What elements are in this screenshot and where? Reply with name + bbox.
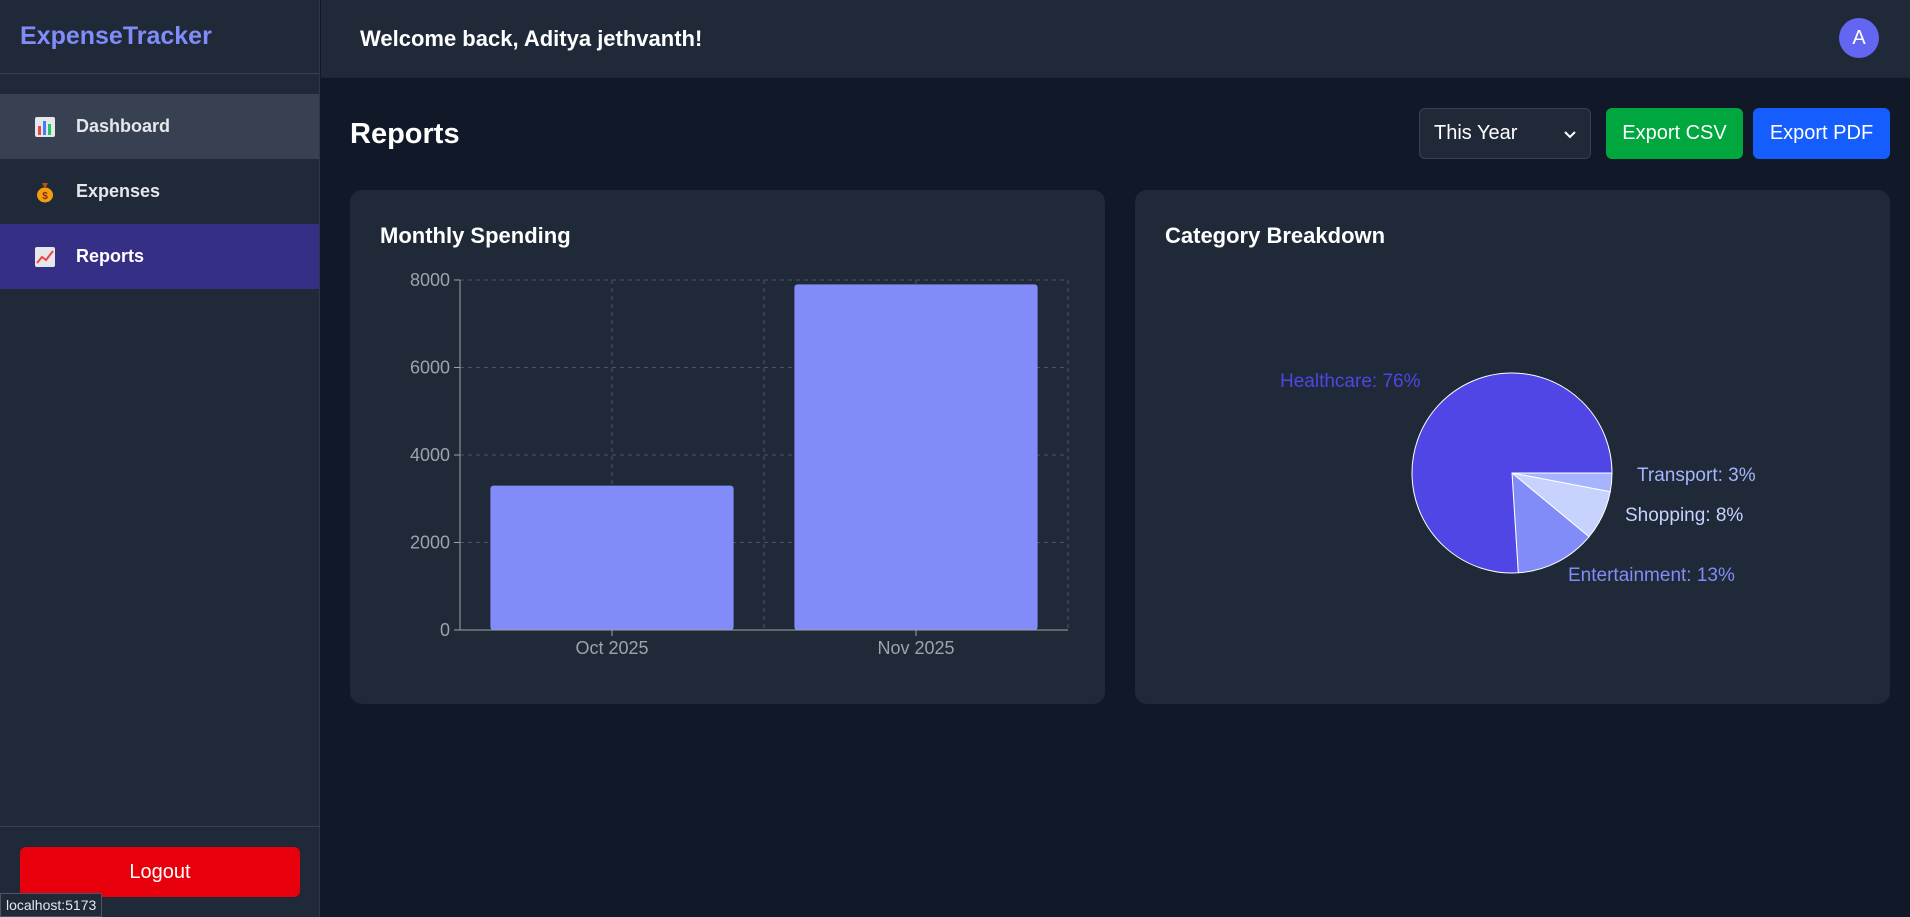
y-tick-label: 6000 — [410, 358, 450, 378]
avatar[interactable]: A — [1839, 18, 1879, 58]
svg-text:$: $ — [42, 191, 48, 202]
sidebar-nav: Dashboard $ Expenses Reports — [0, 94, 319, 289]
sidebar-item-label: Dashboard — [76, 116, 171, 136]
category-breakdown-card: Category Breakdown Healthcare: 76% Entert… — [1135, 190, 1890, 704]
pie-label: Transport: 3% — [1637, 465, 1756, 486]
welcome-message: Welcome back, Aditya jethvanth! — [360, 26, 703, 51]
status-url: localhost:5173 — [0, 893, 103, 917]
x-tick-label: Nov 2025 — [877, 638, 954, 658]
app-logo: ExpenseTracker — [0, 0, 319, 74]
bar — [490, 485, 734, 630]
top-header: Welcome back, Aditya jethvanth! A — [321, 0, 1910, 78]
period-select-value: This Year — [1434, 122, 1518, 144]
y-tick-label: 2000 — [410, 533, 450, 553]
chevron-down-icon — [1564, 122, 1576, 145]
sidebar-item-expenses[interactable]: $ Expenses — [0, 159, 319, 224]
y-tick-label: 8000 — [410, 270, 450, 290]
export-pdf-button[interactable]: Export PDF — [1753, 108, 1890, 159]
sidebar-item-reports[interactable]: Reports — [0, 224, 319, 289]
pie-label: Entertainment: 13% — [1568, 565, 1735, 586]
money-bag-icon: $ — [32, 179, 58, 205]
sidebar-item-label: Expenses — [76, 181, 161, 201]
sidebar-item-label: Reports — [76, 246, 145, 266]
bar — [794, 284, 1038, 630]
period-select[interactable]: This Year — [1419, 108, 1591, 159]
y-tick-label: 4000 — [410, 445, 450, 465]
pie-label: Healthcare: 76% — [1280, 371, 1421, 392]
x-tick-label: Oct 2025 — [575, 638, 648, 658]
logout-button[interactable]: Logout — [20, 847, 300, 897]
sidebar: ExpenseTracker Dashboard $ Expenses Repo… — [0, 0, 320, 917]
page-title: Reports — [350, 118, 460, 150]
trend-chart-icon — [32, 244, 58, 270]
pie-label: Shopping: 8% — [1625, 505, 1743, 526]
bar-chart-icon — [32, 114, 58, 140]
monthly-spending-chart: 0 2000 4000 6000 8000 Oct 2025 Nov 2025 — [410, 270, 1069, 658]
sidebar-item-dashboard[interactable]: Dashboard — [0, 94, 319, 159]
export-csv-button[interactable]: Export CSV — [1606, 108, 1743, 159]
category-breakdown-chart: Healthcare: 76% Entertainment: 13% Shoppin… — [1280, 371, 1756, 586]
monthly-spending-card: Monthly Spending 0 2000 4000 6000 8000 Oct 20… — [350, 190, 1105, 704]
y-tick-label: 0 — [440, 620, 450, 640]
